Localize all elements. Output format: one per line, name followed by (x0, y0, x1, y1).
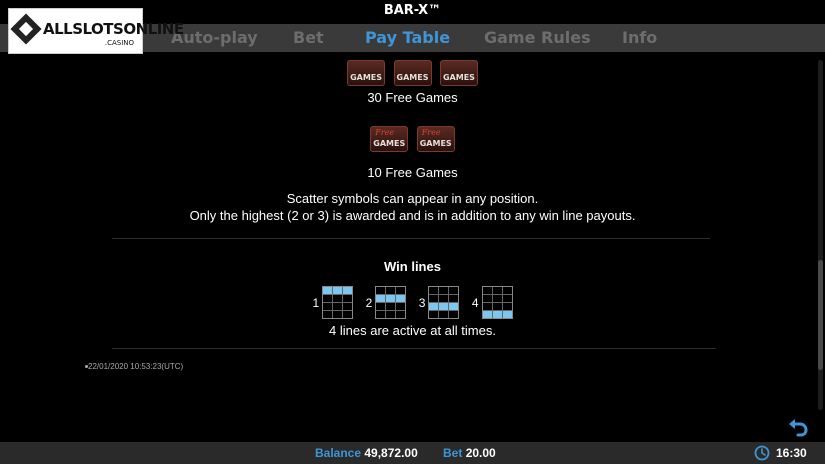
win-line-cell-active (429, 303, 439, 310)
win-line-cell (449, 311, 459, 318)
win-lines-note: 4 lines are active at all times. (329, 323, 496, 338)
win-line-cell (502, 303, 512, 310)
win-line-grid (322, 286, 354, 319)
timestamp: 22/01/2020 10:53:23(UTC) (84, 362, 184, 371)
win-line-cell-active (439, 303, 449, 310)
win-line-cell (492, 303, 502, 310)
undo-arrow-icon (789, 419, 808, 437)
win-line-cell (333, 295, 343, 302)
win-line-cell (333, 311, 343, 318)
tab-pay-table[interactable]: Pay Table (365, 24, 450, 52)
win-line-cell (439, 311, 449, 318)
win-line-cell (449, 295, 459, 302)
win-line-cell (343, 303, 353, 310)
win-line-cell (376, 287, 386, 294)
status-bar: Balance 49,872.00 Bet 20.00 16:30 (0, 442, 825, 464)
win-line-cell (396, 287, 406, 294)
win-lines-title: Win lines (384, 259, 441, 274)
caption-30-free-games: 30 Free Games (367, 90, 458, 105)
win-line-cell (439, 287, 449, 294)
balance-display: Balance 49,872.00 (315, 442, 418, 464)
win-line-cell (396, 303, 406, 310)
win-lines-diagram: 1 2 3 4 (0, 286, 825, 319)
scrollbar[interactable] (818, 60, 823, 410)
scroll-thumb[interactable] (818, 260, 823, 370)
win-line-cell (449, 287, 459, 294)
win-line-grid (481, 286, 513, 319)
balance-label: Balance (315, 446, 362, 460)
win-line-cell (439, 295, 449, 302)
divider (112, 238, 710, 239)
scatter-note-line-1: Scatter symbols can appear in any positi… (286, 191, 539, 206)
back-button[interactable] (786, 414, 810, 438)
win-line-cell (323, 303, 333, 310)
win-line-cell (323, 311, 333, 318)
win-line-cell-active (492, 311, 502, 318)
win-line-cell-active (502, 311, 512, 318)
win-line-2: 2 (366, 286, 407, 319)
win-line-cell (429, 295, 439, 302)
win-line-cell-active (482, 311, 492, 318)
bet-display: Bet 20.00 (443, 442, 496, 464)
win-line-cell (386, 287, 396, 294)
win-line-cell (492, 287, 502, 294)
balance-value: 49,872.00 (364, 446, 418, 460)
win-line-cell (343, 311, 353, 318)
win-line-grid (428, 286, 460, 319)
win-line-cell-active (386, 295, 396, 302)
win-line-cell (386, 311, 396, 318)
win-line-cell (429, 287, 439, 294)
win-line-cell (502, 287, 512, 294)
clock-icon (754, 445, 770, 461)
win-line-cell (482, 303, 492, 310)
pay-table-content: GAMES GAMES GAMES 30 Free Games Free GAME… (0, 52, 825, 440)
divider (112, 348, 716, 349)
free-games-symbol: Free GAMES (370, 126, 409, 152)
win-line-cell (429, 311, 439, 318)
tab-game-rules[interactable]: Game Rules (484, 24, 591, 52)
tab-info[interactable]: Info (622, 24, 657, 52)
logo-subtext: .CASINO (104, 39, 134, 47)
win-line-cell-active (333, 287, 343, 294)
win-line-4: 4 (472, 286, 513, 319)
allslotsonline-logo: ALLSLOTSONLINE .CASINO (8, 8, 184, 54)
tab-bet[interactable]: Bet (293, 24, 324, 52)
win-line-cell (323, 295, 333, 302)
win-line-cell (376, 311, 386, 318)
win-line-cell (376, 303, 386, 310)
scatter-symbols-row-3: GAMES GAMES GAMES (0, 60, 825, 91)
win-line-cell (333, 303, 343, 310)
win-line-cell-active (396, 295, 406, 302)
scatter-symbols-row-2: Free GAMES Free GAMES (0, 126, 825, 157)
caption-10-free-games: 10 Free Games (367, 165, 458, 180)
win-line-cell (482, 295, 492, 302)
win-line-cell-active (343, 287, 353, 294)
win-line-cell (343, 295, 353, 302)
logo-text: ALLSLOTSONLINE (43, 20, 184, 38)
win-line-cell (482, 287, 492, 294)
free-games-symbol: Free GAMES (416, 126, 455, 152)
win-line-cell (396, 311, 406, 318)
scatter-note-line-2: Only the highest (2 or 3) is awarded and… (189, 208, 636, 223)
bet-value: 20.00 (465, 446, 496, 460)
bet-label: Bet (443, 446, 463, 460)
tab-auto-play[interactable]: Auto-play (171, 24, 258, 52)
win-line-cell (502, 295, 512, 302)
win-line-cell-active (449, 303, 459, 310)
win-line-cell-active (376, 295, 386, 302)
win-line-grid (375, 286, 407, 319)
free-games-symbol: GAMES (393, 60, 432, 86)
win-line-cell (492, 295, 502, 302)
win-line-3: 3 (419, 286, 460, 319)
free-games-symbol: GAMES (439, 60, 478, 86)
clock-time: 16:30 (776, 446, 807, 460)
win-line-cell-active (323, 287, 333, 294)
win-line-cell (386, 303, 396, 310)
free-games-symbol: GAMES (347, 60, 386, 86)
win-line-1: 1 (312, 286, 354, 319)
